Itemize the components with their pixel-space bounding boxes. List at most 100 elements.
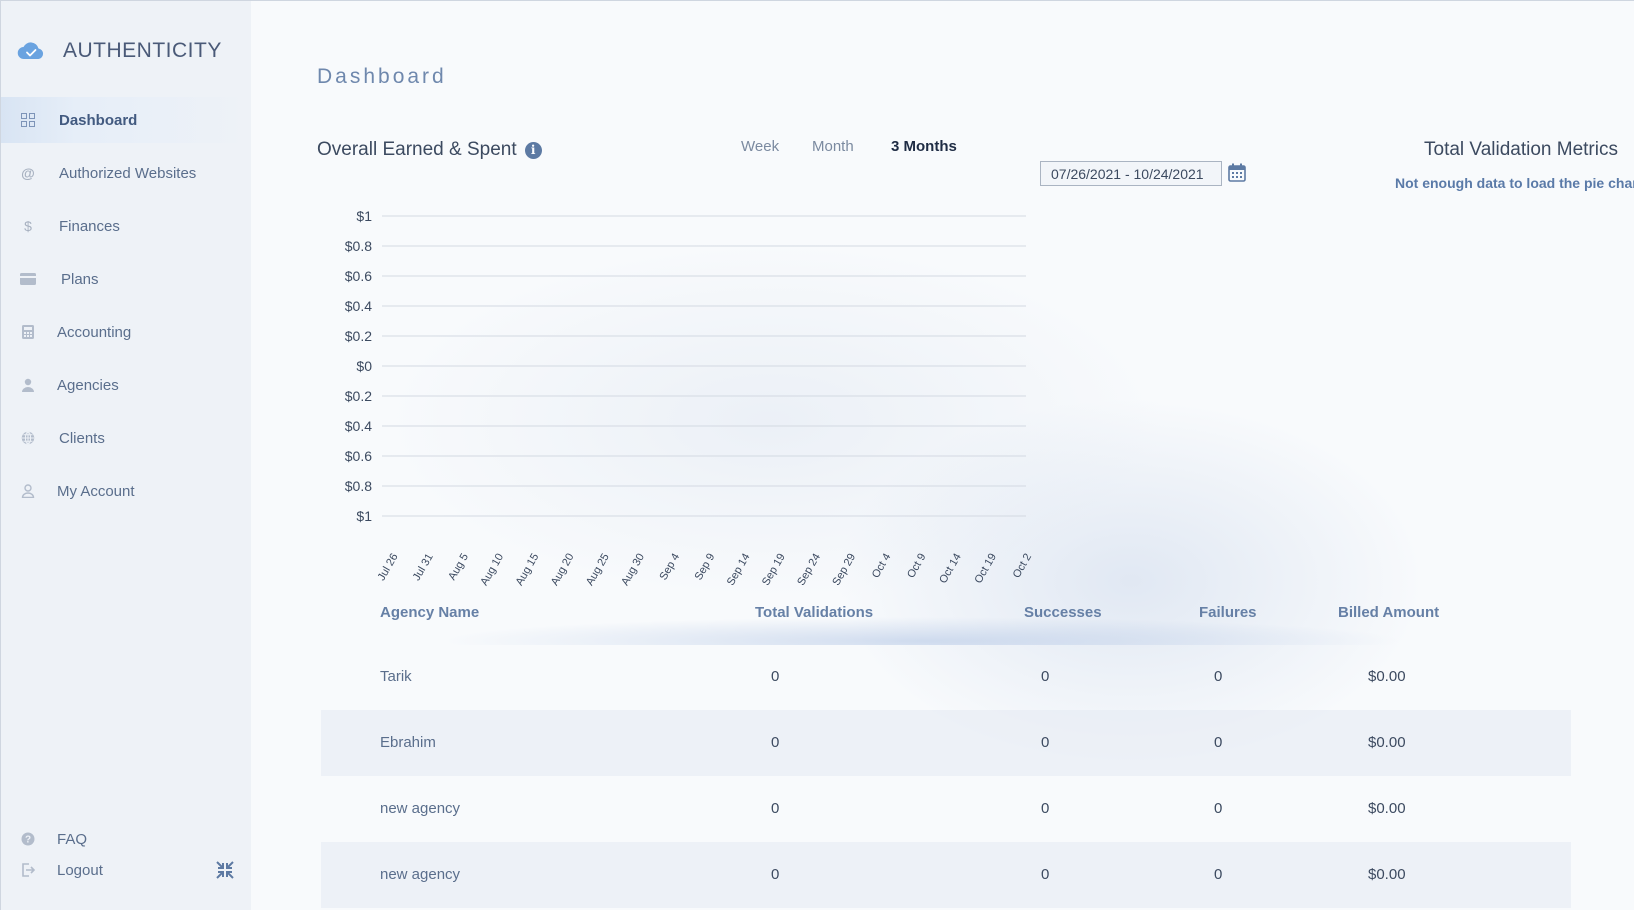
- logout-icon: [20, 862, 36, 878]
- globe-icon: [20, 430, 36, 446]
- info-icon[interactable]: i: [524, 141, 542, 159]
- calculator-icon: [20, 324, 36, 340]
- y-tick-label: $1: [356, 208, 372, 224]
- y-tick-label: $1: [356, 508, 372, 524]
- chart-title: Overall Earned & Spent i: [317, 139, 542, 161]
- sidebar-item-plans[interactable]: Plans: [1, 256, 251, 302]
- y-tick-label: $0.8: [345, 478, 372, 494]
- x-tick-label: Aug 25: [584, 552, 612, 588]
- chart-title-text: Overall Earned & Spent: [317, 139, 517, 160]
- sidebar-item-label: Agencies: [57, 376, 119, 394]
- pie-chart-title: Total Validation Metrics: [1424, 139, 1618, 160]
- logout-label: Logout: [57, 861, 103, 879]
- col-header-total-validations[interactable]: Total Validations: [755, 604, 873, 621]
- x-tick-label: Oct 2: [1011, 552, 1035, 581]
- cell-total-validations: 0: [771, 734, 780, 751]
- cell-successes: 0: [1041, 734, 1050, 751]
- col-header-agency-name[interactable]: Agency Name: [380, 604, 479, 621]
- x-tick-label: Jul 26: [376, 552, 401, 583]
- y-tick-label: $0: [356, 358, 372, 374]
- cell-billed-amount: $0.00: [1368, 734, 1406, 751]
- x-tick-label: Oct 14: [937, 552, 964, 586]
- y-tick-label: $0.8: [345, 238, 372, 254]
- cell-agency-name: new agency: [380, 866, 461, 883]
- cell-agency-name: Ebrahim: [380, 734, 436, 751]
- sidebar-item-my-account[interactable]: My Account: [1, 468, 251, 514]
- earned-spent-chart: $1 $0.8 $0.6 $0.4 $0.2 $0 $0.2 $0.4 $0.6 $0.8 $1 Ju…: [345, 208, 1035, 588]
- range-tab-3-months[interactable]: 3 Months: [891, 138, 957, 155]
- sidebar-item-clients[interactable]: Clients: [1, 415, 251, 461]
- y-tick-label: $0.6: [345, 268, 372, 284]
- cell-total-validations: 0: [771, 668, 780, 685]
- sidebar-item-finances[interactable]: $ Finances: [1, 203, 251, 249]
- cell-agency-name: Tarik: [380, 668, 412, 685]
- faq-label: FAQ: [57, 830, 88, 848]
- x-tick-label: Oct 19: [972, 552, 999, 586]
- sidebar-item-authorized-websites[interactable]: @ Authorized Websites: [1, 150, 251, 196]
- cell-failures: 0: [1214, 734, 1223, 751]
- question-icon: ?: [20, 831, 36, 847]
- x-tick-label: Jul 31: [411, 552, 436, 583]
- user-outline-icon: [20, 483, 36, 499]
- sidebar-item-label: Finances: [59, 217, 120, 235]
- x-tick-label: Sep 29: [830, 552, 858, 588]
- y-tick-label: $0.2: [345, 328, 372, 344]
- cell-billed-amount: $0.00: [1368, 668, 1406, 685]
- sidebar-item-label: Accounting: [57, 323, 132, 341]
- x-tick-label: Aug 5: [446, 552, 471, 583]
- collapse-sidebar-button[interactable]: [214, 859, 236, 881]
- cell-successes: 0: [1041, 668, 1050, 685]
- x-tick-label: Oct 4: [870, 552, 894, 581]
- cell-successes: 0: [1041, 866, 1050, 883]
- x-tick-label: Sep 4: [657, 552, 682, 583]
- sidebar-item-label: Authorized Websites: [59, 164, 197, 182]
- col-header-successes[interactable]: Successes: [1024, 604, 1102, 621]
- sidebar: AUTHENTICITY Dashboard @ Authorized Webs…: [1, 1, 251, 910]
- table-row[interactable]: new agency 0 0 0 $0.00: [321, 842, 1571, 908]
- sidebar-item-label: My Account: [57, 482, 135, 500]
- col-header-failures[interactable]: Failures: [1199, 604, 1257, 621]
- y-tick-label: $0.4: [345, 418, 372, 434]
- x-tick-label: Aug 20: [549, 552, 577, 588]
- main-content: Dashboard Overall Earned & Spent i Week …: [251, 1, 1634, 910]
- faq-link[interactable]: ? FAQ: [1, 826, 251, 852]
- sidebar-item-label: Plans: [61, 270, 99, 288]
- brand-name: AUTHENTICITY: [63, 39, 222, 62]
- cell-failures: 0: [1214, 668, 1223, 685]
- sidebar-item-agencies[interactable]: Agencies: [1, 362, 251, 408]
- x-tick-label: Aug 15: [514, 552, 542, 588]
- x-tick-label: Sep 24: [795, 552, 823, 588]
- table-row[interactable]: Ebrahim 0 0 0 $0.00: [321, 710, 1571, 776]
- calendar-icon[interactable]: [1228, 163, 1246, 182]
- x-tick-label: Aug 30: [619, 552, 647, 588]
- svg-text:?: ?: [25, 835, 31, 846]
- date-range-input[interactable]: [1040, 161, 1222, 186]
- x-tick-label: Oct 9: [905, 552, 929, 581]
- x-tick-label: Aug 10: [478, 552, 506, 588]
- collapse-icon: [216, 861, 234, 879]
- card-icon: [20, 271, 36, 287]
- cell-failures: 0: [1214, 800, 1223, 817]
- x-tick-label: Sep 19: [760, 552, 788, 588]
- grid-icon: [20, 112, 36, 128]
- sidebar-item-accounting[interactable]: Accounting: [1, 309, 251, 355]
- sidebar-item-label: Dashboard: [59, 111, 138, 129]
- cell-total-validations: 0: [771, 800, 780, 817]
- x-tick-label: Sep 9: [693, 552, 718, 583]
- pie-chart-empty-message: Not enough data to load the pie chart!: [1395, 175, 1634, 191]
- y-tick-label: $0.2: [345, 388, 372, 404]
- sidebar-item-label: Clients: [59, 429, 105, 447]
- range-tab-month[interactable]: Month: [812, 138, 854, 155]
- user-icon: [20, 377, 36, 393]
- col-header-billed-amount[interactable]: Billed Amount: [1338, 604, 1439, 621]
- table-row[interactable]: Tarik 0 0 0 $0.00: [321, 644, 1571, 710]
- table-row[interactable]: new agency 0 0 0 $0.00: [321, 776, 1571, 842]
- cell-agency-name: new agency: [380, 800, 461, 817]
- cell-billed-amount: $0.00: [1368, 866, 1406, 883]
- range-tab-week[interactable]: Week: [741, 138, 779, 155]
- cloud-check-icon: [17, 42, 44, 60]
- sidebar-item-dashboard[interactable]: Dashboard: [1, 97, 251, 143]
- logo[interactable]: AUTHENTICITY: [17, 39, 222, 63]
- cell-failures: 0: [1214, 866, 1223, 883]
- cell-total-validations: 0: [771, 866, 780, 883]
